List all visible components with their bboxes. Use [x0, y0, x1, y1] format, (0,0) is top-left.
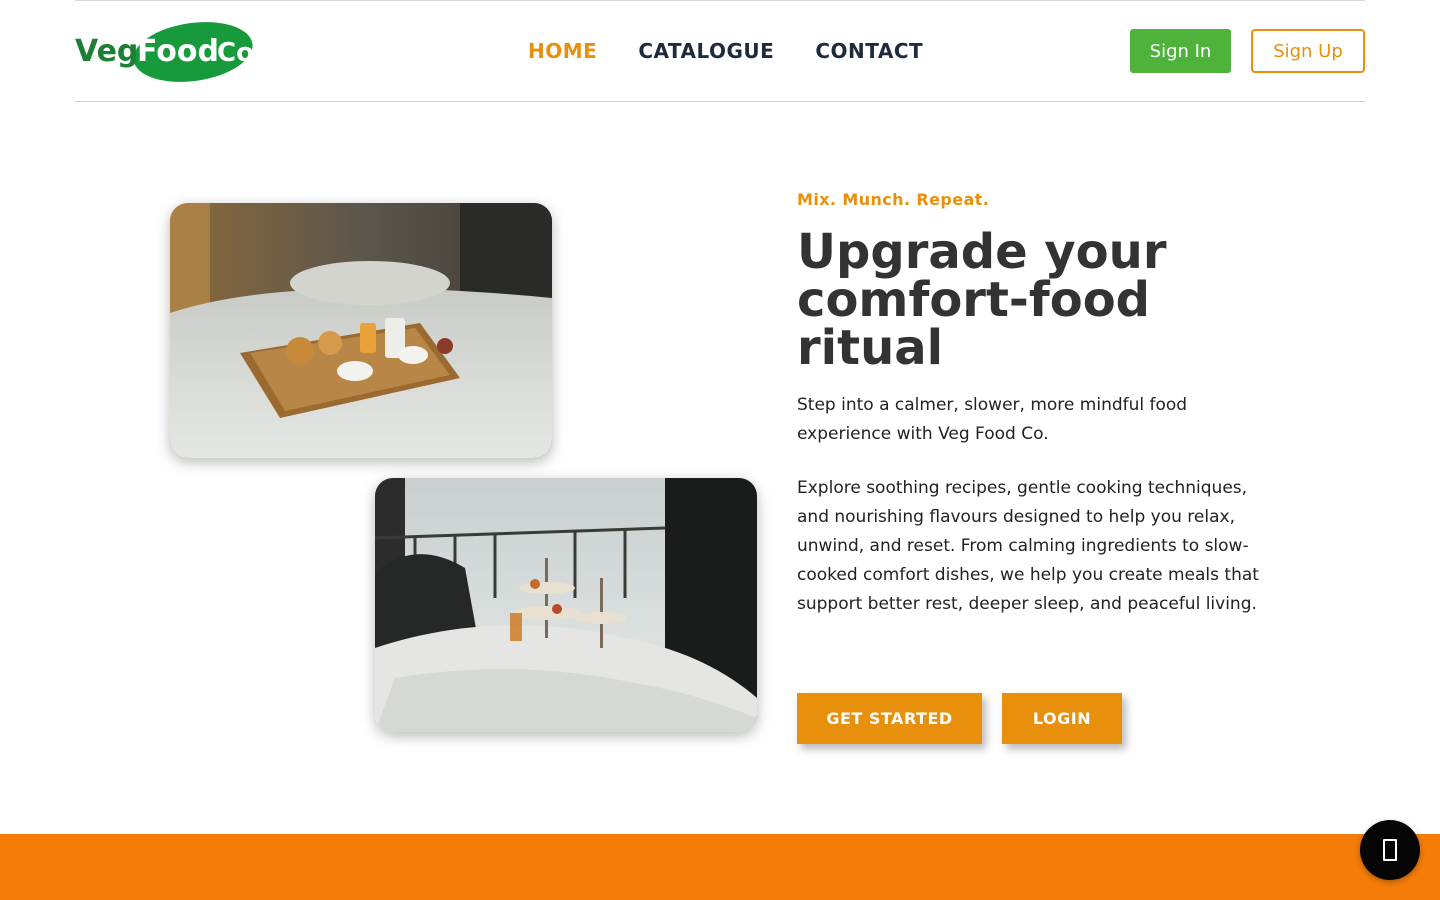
- hero-eyebrow: Mix. Munch. Repeat.: [797, 190, 990, 209]
- nav-item-catalogue[interactable]: CATALOGUE: [638, 37, 774, 65]
- logo-text-food: Food: [137, 34, 219, 69]
- chat-icon: [1383, 839, 1397, 861]
- sign-up-button[interactable]: Sign Up: [1251, 29, 1365, 73]
- hero-headline: Upgrade your comfort-food ritual: [797, 224, 1167, 376]
- vegfoodco-logo[interactable]: Veg Food Co.: [75, 19, 264, 83]
- login-button[interactable]: LOGIN: [1002, 693, 1122, 744]
- nav-item-contact[interactable]: CONTACT: [815, 37, 923, 65]
- chat-button[interactable]: [1360, 820, 1420, 880]
- main-nav: HOME CATALOGUE CONTACT: [528, 37, 964, 65]
- logo-text-veg: Veg: [75, 34, 138, 69]
- breakfast-tray-on-bed-photo: [170, 203, 552, 458]
- logo-text-co: Co.: [217, 38, 255, 68]
- hero-description-paragraph: Explore soothing recipes, gentle cooking…: [797, 478, 1259, 614]
- get-started-button[interactable]: GET STARTED: [797, 693, 982, 744]
- nav-item-home[interactable]: HOME: [528, 37, 597, 65]
- hero-intro-paragraph: Step into a calmer, slower, more mindful…: [797, 395, 1188, 444]
- tea-stand-on-bed-by-window-photo: [375, 478, 757, 732]
- site-header: Veg Food Co. HOME CATALOGUE CONTACT Sign…: [75, 0, 1365, 102]
- footer-band: [0, 834, 1440, 900]
- sign-in-button[interactable]: Sign In: [1130, 29, 1231, 73]
